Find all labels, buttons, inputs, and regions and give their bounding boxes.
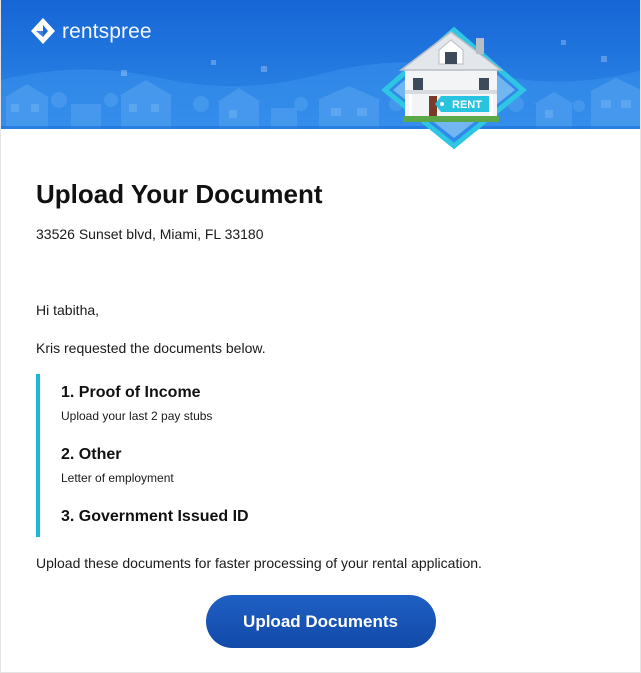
house-icon: RENT [381,26,527,150]
page-title: Upload Your Document [36,179,323,209]
header-banner: rentspree [1,0,640,129]
document-description: Upload your last 2 pay stubs [61,409,213,423]
house-badge: RENT [379,24,529,150]
request-intro-text: Kris requested the documents below. [36,340,266,356]
rent-tag-label: RENT [452,99,482,111]
document-title: 3. Government Issued ID [61,508,249,525]
processing-note: Upload these documents for faster proces… [36,555,482,571]
property-address: 33526 Sunset blvd, Miami, FL 33180 [36,226,264,242]
rentspree-diamond-icon [31,18,55,44]
greeting-text: Hi tabitha, [36,302,100,318]
cta-container: Upload Documents [36,595,605,648]
document-title: 1. Proof of Income [61,384,201,401]
logo-text-rent: rent [62,19,99,43]
document-title: 2. Other [61,446,122,463]
email-body: rentspree RENT Upload Your Document 3352… [0,0,641,673]
document-item: 1. Proof of Income Upload your last 2 pa… [61,383,605,423]
email-content: Upload Your Document 33526 Sunset blvd, … [1,179,640,648]
upload-documents-button[interactable]: Upload Documents [205,595,436,648]
logo-text-spree: spree [98,19,152,43]
document-item: 2. Other Letter of employment [61,445,605,485]
requested-documents-list: 1. Proof of Income Upload your last 2 pa… [36,374,605,537]
document-description: Letter of employment [61,471,174,485]
document-item: 3. Government Issued ID [61,507,605,527]
rentspree-logo[interactable]: rentspree [30,17,152,45]
